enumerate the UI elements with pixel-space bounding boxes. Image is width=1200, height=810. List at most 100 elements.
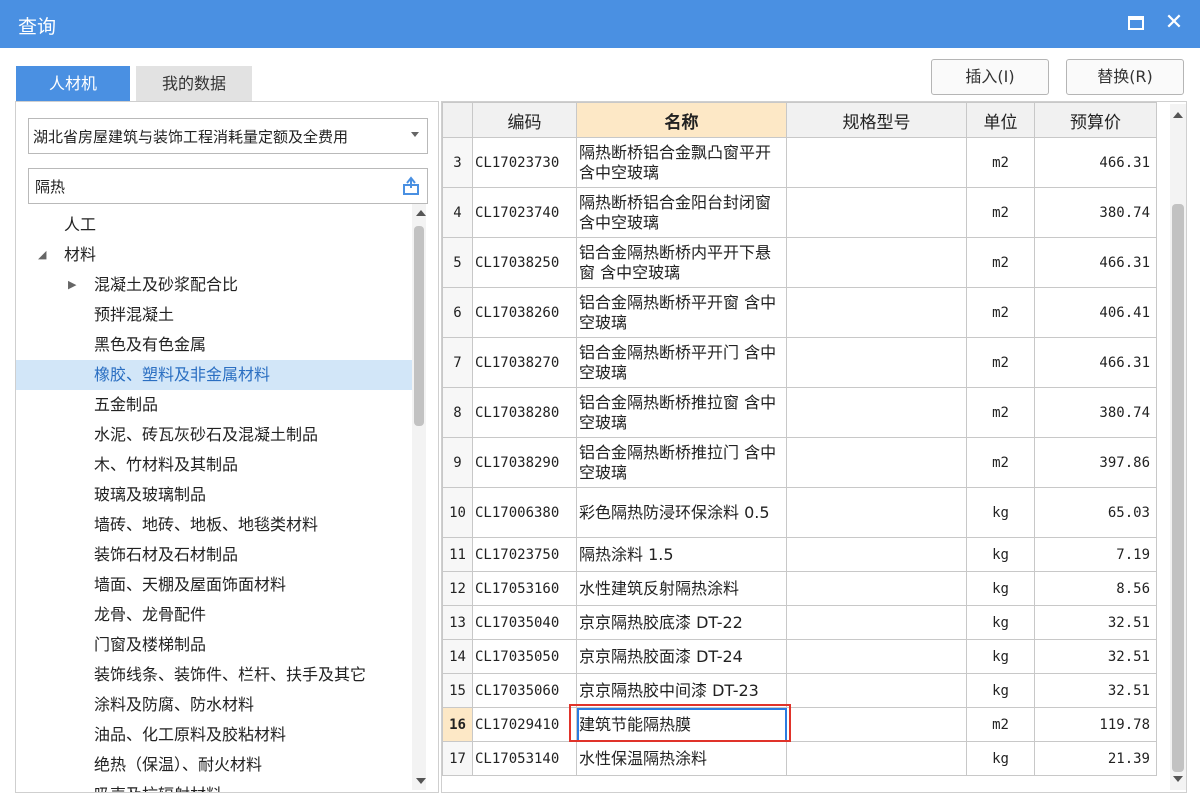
table-row[interactable]: 11 CL17023750 隔热涂料 1.5 kg 7.19 (442, 537, 1157, 572)
spec-cell[interactable] (786, 437, 967, 488)
row-number[interactable]: 13 (442, 605, 473, 640)
row-number[interactable]: 14 (442, 639, 473, 674)
price-cell[interactable]: 380.74 (1034, 187, 1157, 238)
tree-scroll-thumb[interactable] (414, 226, 424, 426)
code-cell[interactable]: CL17029410 (472, 707, 577, 742)
table-row[interactable]: 6 CL17038260 铝合金隔热断桥平开窗 含中空玻璃 m2 406.41 (442, 287, 1157, 338)
name-cell[interactable]: 铝合金隔热断桥平开门 含中空玻璃 (576, 337, 787, 388)
name-cell[interactable]: 彩色隔热防浸环保涂料 0.5 (576, 487, 787, 538)
unit-cell[interactable]: kg (966, 571, 1035, 606)
tree-item[interactable]: 门窗及楼梯制品 (16, 630, 412, 660)
code-cell[interactable]: CL17038280 (472, 387, 577, 438)
row-number[interactable]: 10 (442, 487, 473, 538)
header-spec[interactable]: 规格型号 (786, 102, 967, 138)
replace-button[interactable]: 替换(R) (1066, 59, 1184, 95)
tree-item[interactable]: 玻璃及玻璃制品 (16, 480, 412, 510)
name-cell[interactable]: 京京隔热胶面漆 DT-24 (576, 639, 787, 674)
price-cell[interactable]: 466.31 (1034, 137, 1157, 188)
name-cell[interactable]: 隔热断桥铝合金阳台封闭窗 含中空玻璃 (576, 187, 787, 238)
expand-arrow-icon[interactable]: ▶ (68, 270, 76, 300)
table-row[interactable]: 8 CL17038280 铝合金隔热断桥推拉窗 含中空玻璃 m2 380.74 (442, 387, 1157, 438)
row-number[interactable]: 4 (442, 187, 473, 238)
scroll-up-icon[interactable] (1173, 112, 1183, 118)
row-number[interactable]: 8 (442, 387, 473, 438)
tree-item[interactable]: 装饰石材及石材制品 (16, 540, 412, 570)
row-number[interactable]: 3 (442, 137, 473, 188)
unit-cell[interactable]: kg (966, 537, 1035, 572)
insert-button[interactable]: 插入(I) (931, 59, 1049, 95)
tree-item[interactable]: 木、竹材料及其制品 (16, 450, 412, 480)
unit-cell[interactable]: kg (966, 673, 1035, 708)
tree-item[interactable]: 油品、化工原料及胶粘材料 (16, 720, 412, 750)
collapse-arrow-icon[interactable]: ◢ (38, 240, 46, 270)
spec-cell[interactable] (786, 673, 967, 708)
code-cell[interactable]: CL17038260 (472, 287, 577, 338)
unit-cell[interactable]: m2 (966, 707, 1035, 742)
table-row[interactable]: 10 CL17006380 彩色隔热防浸环保涂料 0.5 kg 65.03 (442, 487, 1157, 538)
header-code[interactable]: 编码 (472, 102, 577, 138)
price-cell[interactable]: 8.56 (1034, 571, 1157, 606)
tree-item[interactable]: 黑色及有色金属 (16, 330, 412, 360)
scroll-up-icon[interactable] (416, 210, 426, 216)
spec-cell[interactable] (786, 337, 967, 388)
quota-library-select[interactable]: 湖北省房屋建筑与装饰工程消耗量定额及全费用 (28, 118, 428, 154)
unit-cell[interactable]: m2 (966, 387, 1035, 438)
spec-cell[interactable] (786, 707, 967, 742)
code-cell[interactable]: CL17053140 (472, 741, 577, 776)
code-cell[interactable]: CL17023730 (472, 137, 577, 188)
name-cell[interactable]: 水性保温隔热涂料 (576, 741, 787, 776)
close-icon[interactable]: ✕ (1162, 9, 1186, 37)
unit-cell[interactable]: m2 (966, 187, 1035, 238)
code-cell[interactable]: CL17038290 (472, 437, 577, 488)
row-number[interactable]: 7 (442, 337, 473, 388)
code-cell[interactable]: CL17053160 (472, 571, 577, 606)
code-cell[interactable]: CL17038270 (472, 337, 577, 388)
spec-cell[interactable] (786, 537, 967, 572)
tree-item[interactable]: 吸声及抗辐射材料 (16, 780, 412, 792)
row-number[interactable]: 15 (442, 673, 473, 708)
scroll-down-icon[interactable] (1173, 776, 1183, 782)
tree-scrollbar[interactable] (412, 204, 426, 790)
code-cell[interactable]: CL17006380 (472, 487, 577, 538)
tree-item[interactable]: 绝热（保温）、耐火材料 (16, 750, 412, 780)
code-cell[interactable]: CL17023740 (472, 187, 577, 238)
price-cell[interactable]: 466.31 (1034, 237, 1157, 288)
code-cell[interactable]: CL17023750 (472, 537, 577, 572)
code-cell[interactable]: CL17035040 (472, 605, 577, 640)
price-cell[interactable]: 119.78 (1034, 707, 1157, 742)
tree-item[interactable]: 人工 (16, 210, 412, 240)
unit-cell[interactable]: kg (966, 487, 1035, 538)
row-number[interactable]: 11 (442, 537, 473, 572)
name-cell[interactable]: 京京隔热胶底漆 DT-22 (576, 605, 787, 640)
unit-cell[interactable]: kg (966, 605, 1035, 640)
row-number[interactable]: 12 (442, 571, 473, 606)
price-cell[interactable]: 7.19 (1034, 537, 1157, 572)
row-number[interactable]: 17 (442, 741, 473, 776)
spec-cell[interactable] (786, 571, 967, 606)
table-scroll-thumb[interactable] (1172, 204, 1184, 772)
tree-item[interactable]: 墙面、天棚及屋面饰面材料 (16, 570, 412, 600)
table-row[interactable]: 7 CL17038270 铝合金隔热断桥平开门 含中空玻璃 m2 466.31 (442, 337, 1157, 388)
tree-item[interactable]: 墙砖、地砖、地板、地毯类材料 (16, 510, 412, 540)
name-cell[interactable]: 京京隔热胶中间漆 DT-23 (576, 673, 787, 708)
tree-item[interactable]: 预拌混凝土 (16, 300, 412, 330)
spec-cell[interactable] (786, 237, 967, 288)
unit-cell[interactable]: m2 (966, 287, 1035, 338)
name-cell[interactable]: 水性建筑反射隔热涂料 (576, 571, 787, 606)
table-row[interactable]: 15 CL17035060 京京隔热胶中间漆 DT-23 kg 32.51 (442, 673, 1157, 708)
unit-cell[interactable]: m2 (966, 337, 1035, 388)
unit-cell[interactable]: m2 (966, 437, 1035, 488)
spec-cell[interactable] (786, 287, 967, 338)
header-name[interactable]: 名称 (576, 102, 787, 138)
header-unit[interactable]: 单位 (966, 102, 1035, 138)
table-row[interactable]: 5 CL17038250 铝合金隔热断桥内平开下悬窗 含中空玻璃 m2 466.31 (442, 237, 1157, 288)
price-cell[interactable]: 32.51 (1034, 673, 1157, 708)
table-row[interactable]: 9 CL17038290 铝合金隔热断桥推拉门 含中空玻璃 m2 397.86 (442, 437, 1157, 488)
spec-cell[interactable] (786, 387, 967, 438)
code-cell[interactable]: CL17035050 (472, 639, 577, 674)
table-scrollbar[interactable] (1170, 104, 1186, 790)
tree-item[interactable]: 五金制品 (16, 390, 412, 420)
row-number[interactable]: 6 (442, 287, 473, 338)
unit-cell[interactable]: kg (966, 741, 1035, 776)
spec-cell[interactable] (786, 487, 967, 538)
